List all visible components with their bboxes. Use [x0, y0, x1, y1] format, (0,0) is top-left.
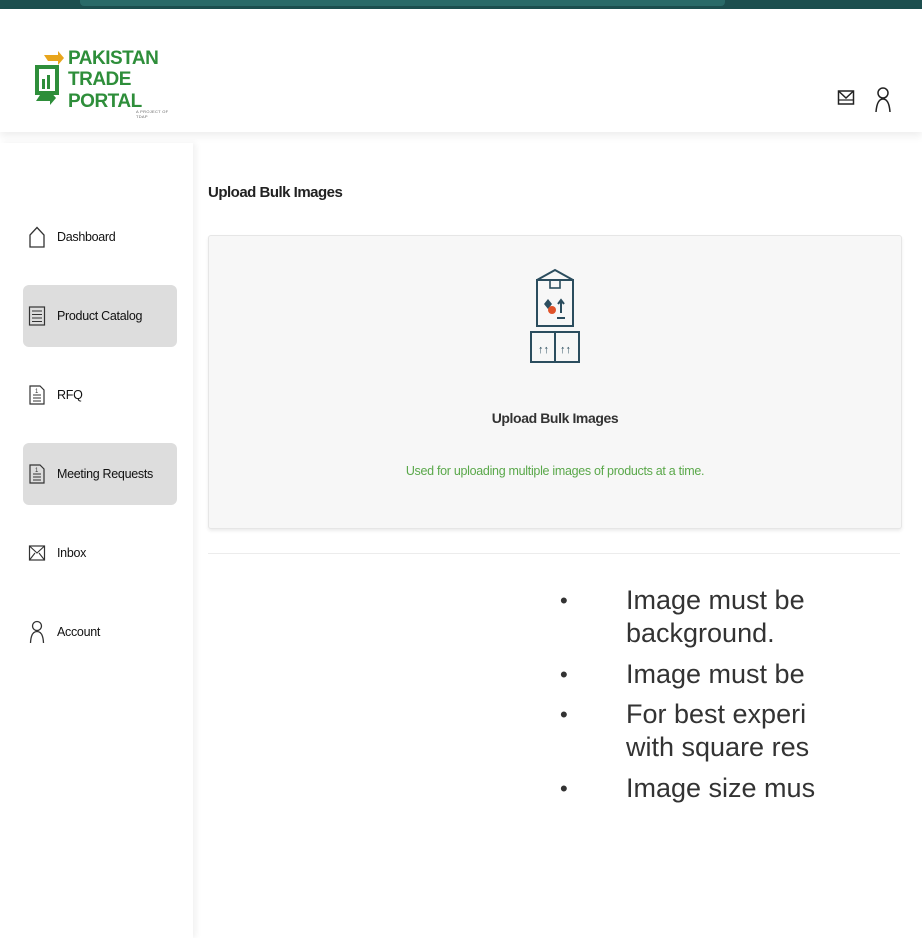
guideline-text: Image must be: [626, 659, 805, 689]
bullet: •: [560, 776, 568, 801]
guideline-text: background.: [626, 618, 775, 648]
sidebar-item-label: Product Catalog: [57, 309, 143, 323]
sidebar-item-account[interactable]: Account: [23, 601, 177, 663]
bullet: •: [560, 702, 568, 727]
sidebar-item-label: Inbox: [57, 546, 87, 560]
home-icon: [27, 225, 47, 249]
svg-text:↑↑: ↑↑: [538, 344, 549, 356]
app-header: PAKISTAN TRADE PORTAL A PROJECT OF TDAP: [0, 9, 922, 132]
mail-icon[interactable]: [837, 87, 855, 114]
sidebar-item-product-catalog[interactable]: Product Catalog: [23, 285, 177, 347]
svg-text:1: 1: [35, 468, 39, 474]
bullet: •: [560, 662, 568, 687]
sidebar-item-label: RFQ: [57, 388, 83, 402]
upload-bulk-images-card[interactable]: ↑↑ ↑↑ Upload Bulk Images Used for upload…: [208, 235, 902, 529]
sidebar-item-label: Meeting Requests: [57, 467, 153, 481]
sidebar-item-inbox[interactable]: Inbox: [23, 522, 177, 584]
sidebar: Dashboard Product Catalog 1 RFQ 1 Meetin…: [0, 143, 193, 938]
svg-text:↑↑: ↑↑: [560, 344, 571, 356]
brand-line2: TRADE PORTAL: [68, 69, 142, 112]
pakistan-trade-portal-logo[interactable]: PAKISTAN TRADE PORTAL A PROJECT OF TDAP: [34, 47, 179, 121]
sidebar-item-dashboard[interactable]: Dashboard: [23, 206, 177, 268]
brand-tagline: A PROJECT OF TDAP: [136, 109, 169, 119]
svg-text:1: 1: [35, 389, 39, 395]
document-icon: 1: [27, 383, 47, 407]
card-title: Upload Bulk Images: [491, 410, 619, 426]
bullet: •: [560, 588, 568, 613]
document-icon: 1: [27, 462, 47, 486]
inbox-icon: [27, 541, 47, 565]
card-description: Used for uploading multiple images of pr…: [405, 464, 705, 478]
user-icon: [27, 620, 47, 644]
logo-mark-icon: [35, 51, 64, 105]
sidebar-item-label: Account: [57, 625, 101, 639]
browser-top-strip-inner: [80, 0, 725, 6]
sidebar-item-label: Dashboard: [57, 230, 116, 244]
sidebar-item-meeting-requests[interactable]: 1 Meeting Requests: [23, 443, 177, 505]
divider: [208, 553, 900, 554]
guideline-text: with square res: [626, 732, 810, 762]
guideline-text: For best experi: [626, 699, 807, 729]
catalog-icon: [27, 304, 47, 328]
page-title: Upload Bulk Images: [208, 184, 343, 201]
brand-line1: PAKISTAN: [68, 48, 159, 69]
browser-top-strip: [0, 0, 922, 9]
guideline-text: Image size mus: [626, 773, 816, 803]
guideline-text: Image must be: [626, 585, 805, 615]
sidebar-item-rfq[interactable]: 1 RFQ: [23, 364, 177, 426]
user-icon[interactable]: [875, 87, 891, 118]
box-upload-icon: ↑↑ ↑↑: [530, 268, 580, 363]
